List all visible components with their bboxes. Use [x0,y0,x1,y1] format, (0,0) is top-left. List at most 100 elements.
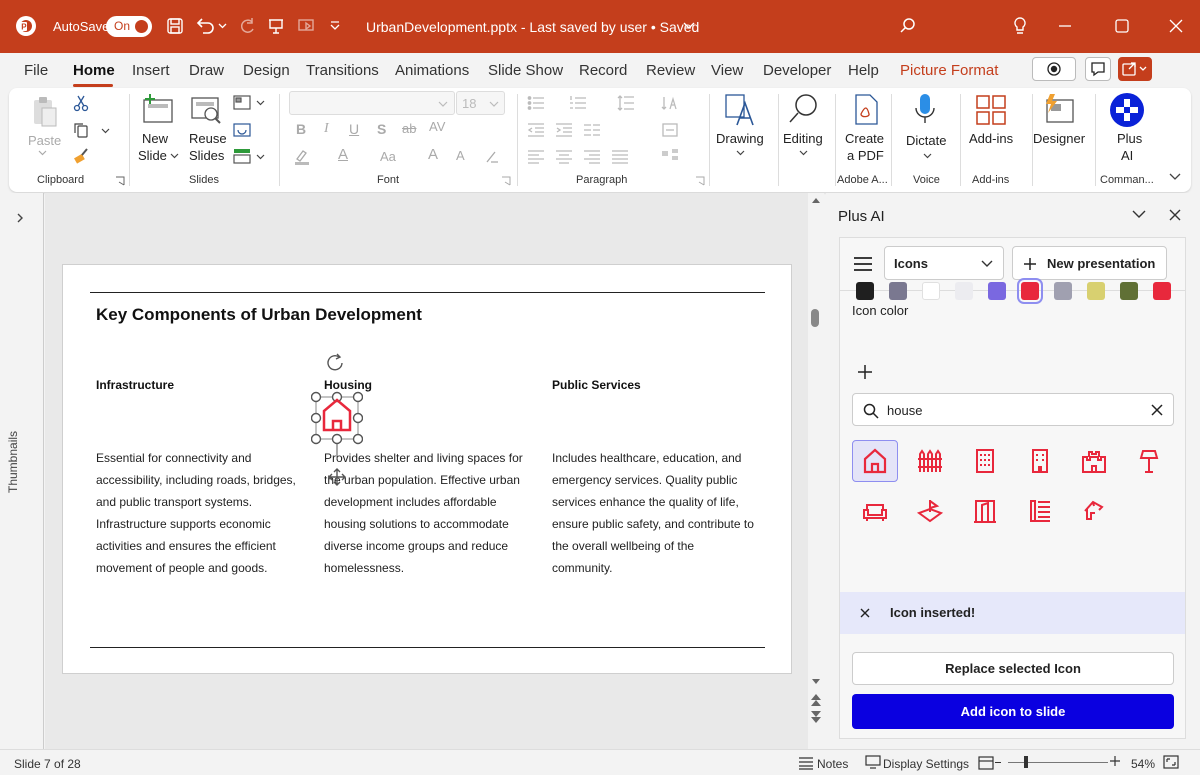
paste-chevron-icon[interactable] [38,150,47,156]
ribbon-collapse-chevron-icon[interactable] [1169,173,1181,181]
zoom-slider-thumb[interactable] [1024,756,1028,768]
justify-icon[interactable] [611,148,629,166]
tab-view[interactable]: View [711,62,743,79]
icon-search-field[interactable]: house [852,393,1174,426]
align-right-icon[interactable] [583,148,601,166]
editing-label[interactable]: Editing [783,130,823,147]
tab-slide-show[interactable]: Slide Show [488,62,563,79]
dictate-chevron-icon[interactable] [923,153,932,159]
color-swatch[interactable] [988,282,1006,300]
color-swatch[interactable] [1120,282,1138,300]
search-icon[interactable] [896,14,920,38]
new-slide-label-2[interactable]: Slide [138,147,167,164]
icon-result-sofa[interactable] [852,490,898,532]
font-family-box[interactable] [289,91,455,115]
new-slide-chevron-icon[interactable] [170,153,179,159]
shadow-icon[interactable]: S [377,121,386,137]
addins-label[interactable]: Add-ins [969,130,1013,147]
icon-result-door[interactable] [962,490,1008,532]
column-heading-public-services[interactable]: Public Services [552,378,641,392]
zoom-slider[interactable] [1008,762,1108,763]
text-direction-icon[interactable] [661,94,679,112]
undo-icon[interactable] [193,14,217,38]
close-icon[interactable] [1166,16,1186,36]
color-swatch[interactable] [856,282,874,300]
cut-icon[interactable] [72,94,90,112]
title-dropdown-chevron-icon[interactable] [677,14,701,38]
highlight-icon[interactable] [293,147,311,165]
bold-icon[interactable]: B [296,121,306,137]
align-center-icon[interactable] [555,148,573,166]
reuse-slides-label-2[interactable]: Slides [189,147,224,164]
new-slide-label-1[interactable]: New [142,130,168,147]
document-title[interactable]: UrbanDevelopment.pptx - Last saved by us… [366,19,699,35]
mode-dropdown[interactable]: Icons [884,246,1004,280]
fit-to-window-icon[interactable] [1163,755,1179,769]
icon-result-boat-house[interactable] [907,490,953,532]
color-swatch[interactable] [922,282,940,300]
record-button[interactable] [1032,57,1076,81]
tab-picture-format[interactable]: Picture Format [900,62,998,79]
icon-result-lamp-post[interactable] [1126,440,1172,482]
color-swatch[interactable] [1017,278,1043,304]
tab-insert[interactable]: Insert [132,62,170,79]
microphone-icon[interactable] [912,92,938,128]
layout-chevron-icon[interactable] [256,100,265,106]
create-pdf-label-2[interactable]: a PDF [847,147,884,164]
tab-animations[interactable]: Animations [395,62,469,79]
panel-close-icon[interactable] [1169,209,1181,221]
tab-design[interactable]: Design [243,62,290,79]
thumbnails-label[interactable]: Thumbnails [6,431,20,493]
format-painter-icon[interactable] [72,147,90,165]
tab-developer[interactable]: Developer [763,62,831,79]
align-left-icon[interactable] [527,148,545,166]
section-icon[interactable] [233,147,251,165]
plus-ai-logo-icon[interactable] [1109,92,1145,128]
tab-record[interactable]: Record [579,62,627,79]
color-swatch[interactable] [1087,282,1105,300]
layout-icon[interactable] [233,94,251,112]
add-icon-to-slide-button[interactable]: Add icon to slide [852,694,1174,729]
scroll-thumb[interactable] [811,309,819,327]
icon-result-roof[interactable] [1071,490,1117,532]
drawing-icon[interactable] [723,92,757,128]
bullets-icon[interactable] [527,94,545,112]
hamburger-menu-icon[interactable] [853,256,873,272]
present-from-beginning-icon[interactable] [264,14,288,38]
reuse-slides-label-1[interactable]: Reuse [189,130,227,147]
icon-result-list-house[interactable] [1017,490,1063,532]
minimize-icon[interactable] [1055,16,1075,36]
paragraph-launcher-icon[interactable] [695,176,705,186]
tab-transitions[interactable]: Transitions [306,62,379,79]
icon-result-fence[interactable] [907,440,953,482]
next-slide-icon[interactable] [810,710,822,724]
display-settings-icon[interactable] [865,755,881,769]
designer-icon[interactable] [1042,92,1076,128]
line-spacing-icon[interactable] [617,94,635,112]
zoom-in-icon[interactable] [1110,756,1120,766]
tab-review[interactable]: Review [646,62,695,79]
color-swatch[interactable] [1153,282,1171,300]
toast-close-icon[interactable] [860,608,870,618]
add-color-plus-icon[interactable] [858,365,872,379]
font-color-icon[interactable]: A [338,146,348,163]
autosave-toggle[interactable]: On [106,16,152,37]
share-button[interactable] [1118,57,1152,81]
color-swatch[interactable] [1054,282,1072,300]
increase-font-icon[interactable]: A [428,146,438,163]
decrease-indent-icon[interactable] [527,121,545,139]
column-body-public-services[interactable]: Includes healthcare, education, and emer… [552,447,757,579]
expand-thumbnails-chevron-icon[interactable] [16,213,24,223]
notes-icon[interactable] [798,756,814,770]
normal-view-icon[interactable] [978,756,994,770]
zoom-level[interactable]: 54% [1131,757,1155,771]
previous-slide-icon[interactable] [810,693,822,707]
align-text-icon[interactable] [661,121,679,139]
color-swatch[interactable] [889,282,907,300]
tab-home[interactable]: Home [73,62,115,79]
paste-icon[interactable] [31,94,59,130]
new-presentation-button[interactable]: New presentation [1012,246,1167,280]
column-heading-infrastructure[interactable]: Infrastructure [96,378,174,392]
save-icon[interactable] [163,14,187,38]
editing-chevron-icon[interactable] [799,150,808,156]
